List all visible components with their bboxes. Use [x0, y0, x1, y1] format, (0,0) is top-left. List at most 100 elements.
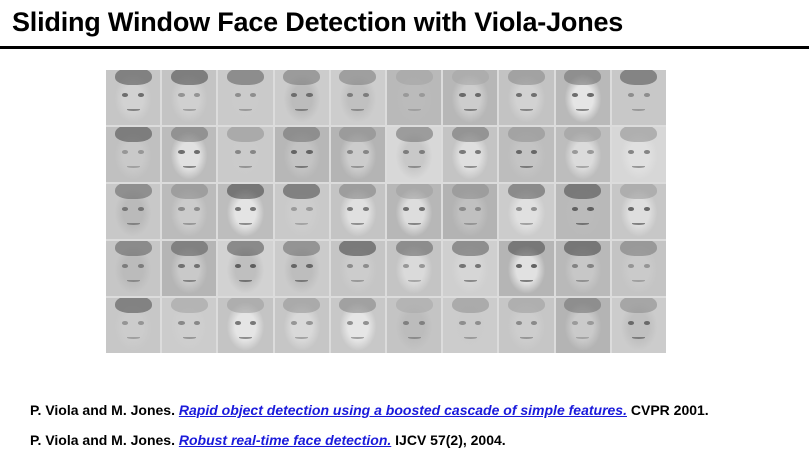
face-mouth: [295, 108, 309, 112]
face-mouth: [632, 165, 646, 169]
face-thumbnail: [611, 184, 666, 239]
face-mouth: [632, 108, 646, 112]
face-mouth: [463, 165, 477, 169]
face-eyes: [234, 264, 257, 268]
face-thumbnail: [162, 127, 217, 182]
face-thumbnail: [274, 184, 329, 239]
face-hair: [170, 127, 208, 143]
face-hair: [339, 241, 377, 257]
face-thumbnail: [274, 127, 329, 182]
face-thumbnail: [555, 241, 610, 296]
face-eyes: [403, 264, 425, 268]
face-eyes: [290, 150, 313, 154]
face-eyes: [234, 321, 257, 325]
face-hair: [114, 70, 152, 86]
face-thumbnail: [443, 241, 498, 296]
face-mouth: [351, 336, 365, 340]
face-eyes: [178, 93, 201, 97]
face-hair: [283, 241, 321, 257]
face-thumbnail: [162, 184, 217, 239]
face-hair: [395, 70, 433, 86]
face-hair: [451, 127, 489, 143]
face-eyes: [459, 264, 482, 268]
face-hair: [227, 241, 264, 257]
face-thumbnail: [106, 298, 161, 353]
face-mouth: [238, 222, 252, 226]
face-hair: [227, 298, 264, 314]
face-image-grid: [106, 70, 666, 353]
face-hair: [339, 184, 377, 200]
face-hair: [564, 298, 602, 314]
face-mouth: [576, 279, 590, 283]
face-mouth: [351, 108, 365, 112]
reference-2-link[interactable]: Robust real-time face detection.: [179, 432, 391, 448]
face-hair: [227, 127, 264, 143]
face-thumbnail: [443, 127, 498, 182]
face-eyes: [459, 207, 482, 211]
face-thumbnail: [387, 184, 442, 239]
face-mouth: [519, 165, 533, 169]
face-eyes: [347, 264, 369, 268]
face-mouth: [632, 336, 646, 340]
face-thumbnail: [274, 298, 329, 353]
face-thumbnail: [106, 70, 161, 125]
face-hair: [339, 70, 377, 86]
face-mouth: [407, 279, 421, 283]
face-mouth: [576, 222, 590, 226]
face-thumbnail: [387, 127, 442, 182]
face-mouth: [126, 165, 140, 169]
face-thumbnail: [611, 241, 666, 296]
face-mouth: [407, 108, 421, 112]
face-mouth: [632, 222, 646, 226]
face-eyes: [403, 150, 425, 154]
face-hair: [283, 70, 321, 86]
face-hair: [339, 298, 377, 314]
face-thumbnail: [106, 241, 161, 296]
face-eyes: [515, 93, 538, 97]
face-hair: [620, 70, 658, 86]
face-eyes: [178, 150, 201, 154]
face-mouth: [295, 279, 309, 283]
reference-2-authors: P. Viola and M. Jones.: [30, 432, 175, 448]
face-thumbnail: [499, 241, 554, 296]
face-mouth: [519, 279, 533, 283]
face-eyes: [515, 150, 538, 154]
face-thumbnail: [330, 184, 385, 239]
face-thumbnail: [330, 70, 385, 125]
face-mouth: [632, 279, 646, 283]
reference-1: P. Viola and M. Jones. Rapid object dete…: [30, 400, 709, 430]
face-mouth: [463, 279, 477, 283]
face-eyes: [403, 93, 425, 97]
face-hair: [451, 70, 489, 86]
reference-2-venue: IJCV 57(2), 2004.: [395, 432, 506, 448]
face-hair: [620, 184, 658, 200]
face-thumbnail: [106, 127, 161, 182]
face-mouth: [407, 222, 421, 226]
face-eyes: [347, 207, 369, 211]
face-eyes: [290, 93, 313, 97]
face-mouth: [182, 279, 196, 283]
reference-1-link[interactable]: Rapid object detection using a boosted c…: [179, 402, 627, 418]
face-hair: [564, 127, 602, 143]
face-mouth: [519, 336, 533, 340]
face-mouth: [463, 336, 477, 340]
references: P. Viola and M. Jones. Rapid object dete…: [30, 400, 709, 460]
face-thumbnail: [387, 70, 442, 125]
face-mouth: [126, 336, 140, 340]
face-hair: [227, 184, 264, 200]
face-hair: [283, 298, 321, 314]
face-hair: [170, 298, 208, 314]
face-eyes: [178, 264, 201, 268]
face-mouth: [182, 108, 196, 112]
face-hair: [395, 298, 433, 314]
face-eyes: [459, 321, 482, 325]
face-hair: [564, 241, 602, 257]
face-mouth: [463, 108, 477, 112]
face-mouth: [351, 222, 365, 226]
reference-2: P. Viola and M. Jones. Robust real-time …: [30, 430, 709, 460]
face-eyes: [122, 150, 144, 154]
face-eyes: [459, 93, 482, 97]
face-mouth: [519, 108, 533, 112]
face-thumbnail: [218, 70, 273, 125]
face-hair: [620, 298, 658, 314]
